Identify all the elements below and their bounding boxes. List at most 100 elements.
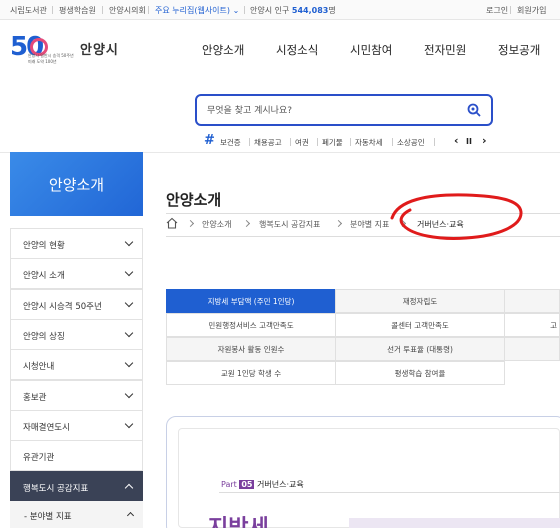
divider — [52, 6, 53, 14]
divider — [148, 6, 149, 14]
population-unit: 명 — [328, 6, 336, 15]
indicator-tab[interactable]: 콜센터 고객만족도 — [335, 313, 505, 337]
sidebar-item-label: 안양의 현황 — [23, 241, 65, 251]
indicator-tab[interactable]: 민원행정서비스 고객만족도 — [166, 313, 336, 337]
chevron-down-icon — [124, 237, 134, 247]
breadcrumb-item[interactable]: 행복도시 공감지표 — [259, 219, 320, 230]
logo-tagline: 미래 도약 100년 — [28, 59, 57, 64]
sidebar-item-label: 홍보관 — [23, 393, 47, 403]
page-title: 안양소개 — [166, 191, 222, 209]
sidebar-item-intro[interactable]: 안양시 소개 — [10, 258, 143, 289]
sidebar-item-agencies[interactable]: 유관기관 — [10, 440, 143, 471]
sidebar-item-pr[interactable]: 홍보관 — [10, 380, 143, 411]
link-lifelong-learning[interactable]: 평생학습원 — [59, 5, 96, 16]
keyword-item[interactable]: 소상공인 — [397, 137, 425, 148]
popular-sites-dropdown[interactable]: 주요 누리집(웹사이트) ⌄ — [155, 5, 239, 16]
search-icon[interactable] — [467, 103, 481, 117]
part-heading: Part 05 거버넌스·교육 — [221, 479, 304, 490]
prev-keyword-button[interactable]: ‹ — [454, 134, 459, 147]
chevron-down-icon — [124, 267, 134, 277]
part-number-badge: 05 — [239, 480, 255, 489]
population-label: 안양시 인구 — [250, 6, 290, 15]
link-city-council[interactable]: 안양시의회 — [109, 5, 146, 16]
link-library[interactable]: 시립도서관 — [10, 5, 47, 16]
keyword-item[interactable]: 폐기물 — [322, 137, 343, 148]
sidebar-subitem-label: - 분야별 지표 — [24, 512, 72, 522]
chevron-down-icon — [124, 389, 134, 399]
sidebar-subitem-by-field[interactable]: - 분야별 지표 — [10, 501, 143, 528]
chevron-up-icon — [124, 483, 134, 493]
nav-participation[interactable]: 시민참여 — [350, 42, 392, 58]
breadcrumb-current: 거버넌스·교육 — [417, 220, 464, 229]
keyword-item[interactable]: 자동차세 — [355, 137, 383, 148]
indicator-tab[interactable]: 선거 투표율 (대통령) — [335, 337, 505, 361]
sidebar-item-happiness-index[interactable]: 행복도시 공감지표 — [10, 471, 143, 502]
content-decoration-bar — [349, 518, 560, 528]
sidebar-item-label: 안양시 시승격 50주년 — [23, 302, 102, 312]
sidebar-subitem-text: 분야별 지표 — [29, 512, 72, 522]
indicator-tab[interactable]: 재정자립도 — [335, 289, 505, 313]
city-logo[interactable]: 50 안양시 일반시 승격 50주년 미래 도약 100년 안양시 — [10, 32, 130, 66]
divider — [434, 138, 435, 146]
chevron-up-icon — [126, 511, 135, 520]
indicator-tab[interactable]: 평생학습 참여율 — [335, 361, 505, 385]
indicator-tab[interactable]: 지방세 부담액 (주민 1인당) — [166, 289, 336, 313]
nav-information[interactable]: 정보공개 — [498, 42, 540, 58]
utility-bar: 시립도서관 평생학습원 안양시의회 주요 누리집(웹사이트) ⌄ 안양시 인구 … — [0, 0, 560, 20]
chevron-down-icon: ⌄ — [232, 6, 240, 15]
sidebar-item-status[interactable]: 안양의 현황 — [10, 228, 143, 259]
sidebar-item-symbols[interactable]: 안양의 상징 — [10, 319, 143, 350]
part-label: Part — [221, 480, 237, 489]
chevron-down-icon — [124, 419, 134, 429]
indicator-tab[interactable]: 자원봉사 활동 인원수 — [166, 337, 336, 361]
sidebar-item-label: 안양시 소개 — [23, 271, 65, 281]
nav-about[interactable]: 안양소개 — [202, 42, 244, 58]
chevron-down-icon — [124, 358, 134, 368]
part-divider — [219, 492, 560, 493]
breadcrumb-item[interactable]: 분야별 지표 — [350, 219, 389, 230]
sidebar-item-label: 시청안내 — [23, 362, 55, 372]
divider — [392, 138, 393, 146]
indicator-tab[interactable]: 고 — [504, 313, 560, 337]
indicator-tab[interactable] — [504, 337, 560, 361]
chevron-down-icon — [124, 328, 134, 338]
popular-sites-label: 주요 누리집(웹사이트) — [155, 6, 231, 15]
keyword-item[interactable]: 여권 — [295, 137, 309, 148]
home-icon[interactable] — [166, 217, 178, 229]
sidebar-item-label: 유관기관 — [23, 453, 55, 463]
sidebar-item-sister-cities[interactable]: 자매결연도시 — [10, 410, 143, 441]
divider — [290, 138, 291, 146]
divider — [249, 138, 250, 146]
sidebar-item-city-hall[interactable]: 시청안내 — [10, 349, 143, 380]
divider — [317, 138, 318, 146]
login-link[interactable]: 로그인 — [486, 5, 508, 16]
part-title: 거버넌스·교육 — [257, 480, 304, 489]
breadcrumb-item[interactable]: 안양소개 — [202, 219, 231, 230]
next-keyword-button[interactable]: › — [482, 134, 487, 147]
keyword-item[interactable]: 채용공고 — [254, 137, 282, 148]
population-value: 544,083 — [291, 6, 329, 15]
indicator-tab[interactable]: 교원 1인당 학생 수 — [166, 361, 336, 385]
sidebar-item-anniversary[interactable]: 안양시 시승격 50주년 — [10, 289, 143, 320]
divider — [102, 6, 103, 14]
keyword-item[interactable]: 보건증 — [220, 137, 241, 148]
content-title: 지방세 — [208, 510, 269, 528]
hashtag-icon: # — [204, 133, 215, 148]
signup-link[interactable]: 회원가입 — [517, 5, 546, 16]
divider — [510, 6, 511, 14]
sidebar-title: 안양소개 — [10, 152, 143, 216]
nav-e-civil[interactable]: 전자민원 — [424, 42, 466, 58]
search-box — [195, 94, 493, 126]
divider — [350, 138, 351, 146]
logo-city-name: 안양시 — [80, 43, 119, 58]
pause-button[interactable]: II — [466, 137, 472, 146]
nav-news[interactable]: 시정소식 — [276, 42, 318, 58]
population-text: 안양시 인구 544,083명 — [250, 5, 336, 16]
chevron-down-icon — [124, 298, 134, 308]
sidebar-item-label: 행복도시 공감지표 — [23, 484, 89, 494]
sidebar-item-label: 안양의 상징 — [23, 332, 65, 342]
search-input[interactable] — [207, 103, 457, 119]
divider — [244, 6, 245, 14]
indicator-tab[interactable] — [504, 289, 560, 313]
sidebar-item-label: 자매결연도시 — [23, 423, 70, 433]
